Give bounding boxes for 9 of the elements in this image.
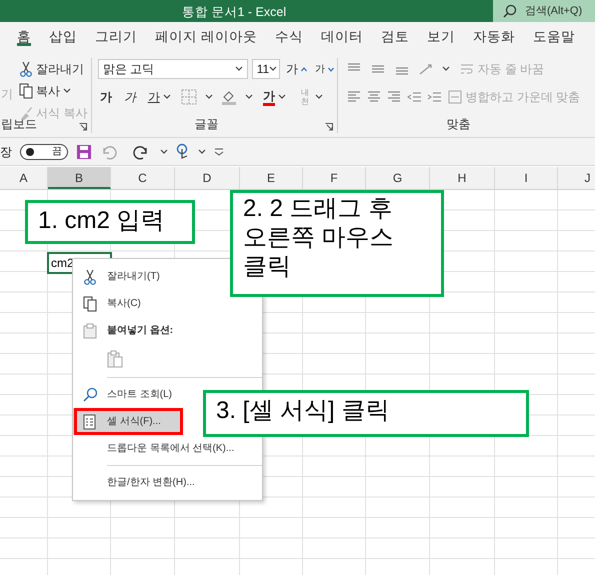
group-label: 글꼴 (194, 116, 220, 133)
callout-box: 1. cm2 입력 (25, 200, 195, 244)
group-label: 맞춤 (446, 116, 472, 133)
menu-heading: 붙여넣기 옵션: (73, 317, 180, 344)
callout-box: 2. 2 드래그 후 오른쪽 마우스 클릭 (230, 190, 444, 297)
group-label: 립보드 (1, 117, 37, 133)
window-title: 통합 문서1 - Excel (182, 4, 286, 21)
callout-box: 3. [셀 서식] 클릭 (203, 390, 529, 437)
autosave-label: 장 (0, 144, 12, 160)
